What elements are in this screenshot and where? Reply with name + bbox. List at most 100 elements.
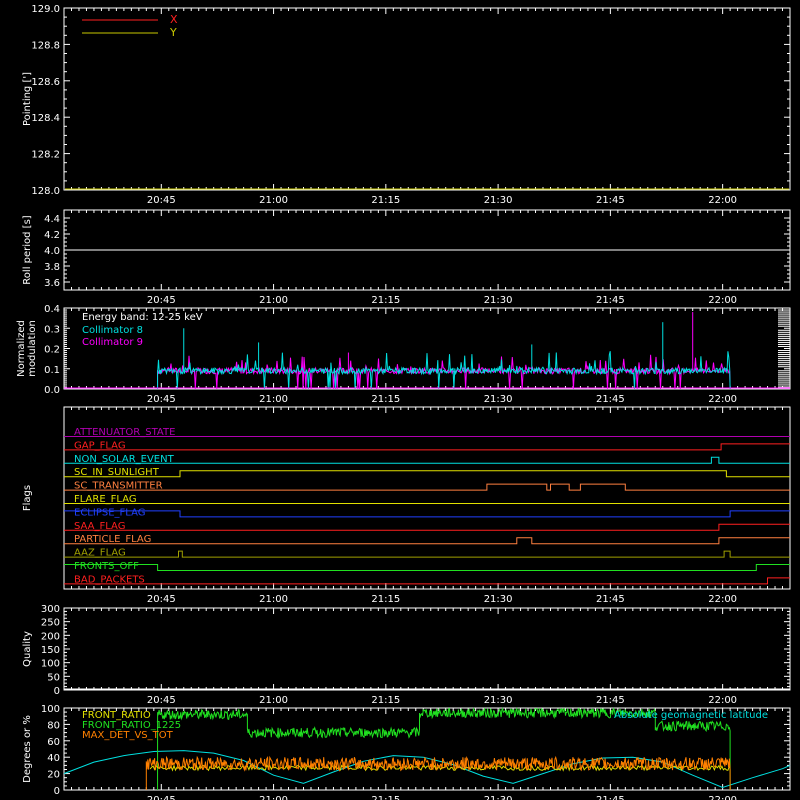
x-tick-label: 21:45 [596, 695, 625, 706]
y-tick-label: 0.2 [44, 345, 60, 356]
legend-label: Collimator 9 [82, 337, 143, 348]
x-tick-label: 21:45 [596, 795, 625, 800]
y-tick-label: 3.8 [44, 262, 60, 273]
y-tick-label: 128.6 [31, 77, 60, 88]
y-tick-label: 4.0 [44, 246, 60, 257]
panel-flags: 20:45 21:00 21:15 21:30 21:45 22:00FlagsATTEN… [22, 406, 791, 605]
y-tick-label: 100 [41, 704, 60, 715]
flag-line [64, 537, 790, 545]
y-tick-label: 40 [47, 753, 60, 764]
y-tick-label: 200 [41, 631, 60, 642]
flag-line [64, 550, 790, 558]
legend-label: Y [169, 26, 177, 39]
y-axis-label-line: Normalized [16, 320, 27, 377]
x-tick-label: 21:45 [596, 195, 625, 206]
flag-line [64, 483, 790, 491]
panel-pointing: 20:45 21:00 21:15 21:30 21:45 22:00Pointing [… [22, 4, 791, 206]
x-tick-label: 21:00 [259, 195, 288, 206]
x-tick-label: 20:45 [147, 394, 176, 405]
x-tick-label: 21:00 [259, 695, 288, 706]
x-tick-label: 20:45 [147, 195, 176, 206]
x-tick-label: 21:00 [259, 394, 288, 405]
x-tick-label: 21:30 [484, 394, 513, 405]
y-axis-label: Quality [22, 631, 33, 667]
panel-ratios: 20:45 21:00 21:15 21:30 21:45 22:00 Degrees or… [22, 704, 791, 800]
y-tick-label: 150 [41, 645, 60, 656]
legend-label: X [170, 13, 178, 26]
x-tick-label: 21:15 [371, 795, 400, 800]
panel-frame-quality [63, 607, 791, 691]
y-tick-label: 128.0 [31, 186, 60, 197]
y-tick-label: 80 [47, 720, 60, 731]
chart-canvas: 20:45 21:00 21:15 21:30 21:45 22:00Pointing [… [16, 4, 791, 800]
legend-label: Collimator 8 [82, 325, 143, 336]
x-tick-label: 21:00 [259, 594, 288, 605]
legend-label: MAX_DET_VS_TOT [82, 730, 174, 741]
y-tick-label: 129.0 [31, 4, 60, 15]
x-tick-label: 21:00 [259, 795, 288, 800]
panel-modulation: 20:45 21:00 21:15 21:30 21:45 22:00 Normalized… [16, 304, 791, 405]
y-tick-label: 60 [47, 737, 60, 748]
flag-label: FRONTS_OFF [74, 561, 139, 572]
x-tick-label: 21:30 [484, 295, 513, 306]
y-axis-label-line: modulation [27, 320, 38, 377]
x-tick-label: 20:45 [147, 695, 176, 706]
x-tick-label: 21:30 [484, 795, 513, 800]
y-axis-label: Degrees or % [22, 715, 33, 783]
x-tick-label: 21:45 [596, 394, 625, 405]
x-tick-label: 20:45 [147, 795, 176, 800]
flag-line [64, 510, 790, 518]
x-tick-label: 21:30 [484, 594, 513, 605]
chart-panels: 20:45 21:00 21:15 21:30 21:45 22:00Pointing [… [16, 4, 791, 800]
x-tick-label: 21:30 [484, 695, 513, 706]
x-tick-label: 22:00 [708, 695, 737, 706]
x-tick-label: 22:00 [708, 594, 737, 605]
x-tick-label: 21:30 [484, 195, 513, 206]
y-tick-label: 0.3 [44, 324, 60, 335]
y-axis-label: Roll period [s] [22, 215, 33, 284]
flag-line [64, 443, 790, 451]
x-tick-label: 21:15 [371, 594, 400, 605]
y-tick-label: 128.2 [31, 150, 60, 161]
x-tick-label: 21:15 [371, 295, 400, 306]
y-tick-label: 128.4 [31, 113, 60, 124]
flag-line [64, 523, 790, 531]
y-tick-label: 0 [54, 786, 60, 797]
y-tick-label: 20 [47, 770, 60, 781]
x-tick-label: 20:45 [147, 295, 176, 306]
x-tick-label: 21:15 [371, 394, 400, 405]
x-tick-label: 21:15 [371, 695, 400, 706]
x-tick-label: 21:45 [596, 594, 625, 605]
y-tick-label: 4.2 [44, 230, 60, 241]
x-tick-label: 22:00 [708, 394, 737, 405]
x-tick-label: 21:45 [596, 295, 625, 306]
x-tick-label: 22:00 [708, 295, 737, 306]
y-tick-label: 3.6 [44, 278, 60, 289]
y-tick-label: 0 [54, 686, 60, 697]
flag-line [64, 470, 790, 478]
x-tick-label: 20:45 [147, 594, 176, 605]
series-line-max-det [145, 755, 731, 791]
y-axis-label: Flags [22, 485, 33, 511]
y-tick-label: 0.4 [44, 304, 60, 315]
y-tick-label: 250 [41, 618, 60, 629]
annotation-energy-band: Energy band: 12-25 keV [82, 312, 203, 323]
x-tick-label: 22:00 [708, 795, 737, 800]
flag-line [64, 577, 790, 585]
y-tick-label: 0.1 [44, 365, 60, 376]
x-tick-label: 21:00 [259, 295, 288, 306]
panel-quality: 20:45 21:00 21:15 21:30 21:45 22:00 Quality 0 50… [22, 604, 791, 706]
x-tick-label: 21:15 [371, 195, 400, 206]
x-tick-label: 22:00 [708, 195, 737, 206]
flag-line [64, 564, 790, 571]
y-tick-label: 50 [47, 672, 60, 683]
y-axis-label: Normalizedmodulation [16, 320, 38, 377]
y-tick-label: 100 [41, 659, 60, 670]
y-tick-label: 4.4 [44, 214, 60, 225]
flag-label: ECLIPSE_FLAG [74, 507, 145, 518]
y-tick-label: 128.8 [31, 40, 60, 51]
panel-roll: 20:45 21:00 21:15 21:30 21:45 22:00 Roll perio… [22, 209, 791, 306]
legend-label-geomag: Absolute geomagnetic latitude [614, 710, 768, 721]
y-tick-label: 0.0 [44, 385, 60, 396]
y-tick-label: 300 [41, 604, 60, 615]
